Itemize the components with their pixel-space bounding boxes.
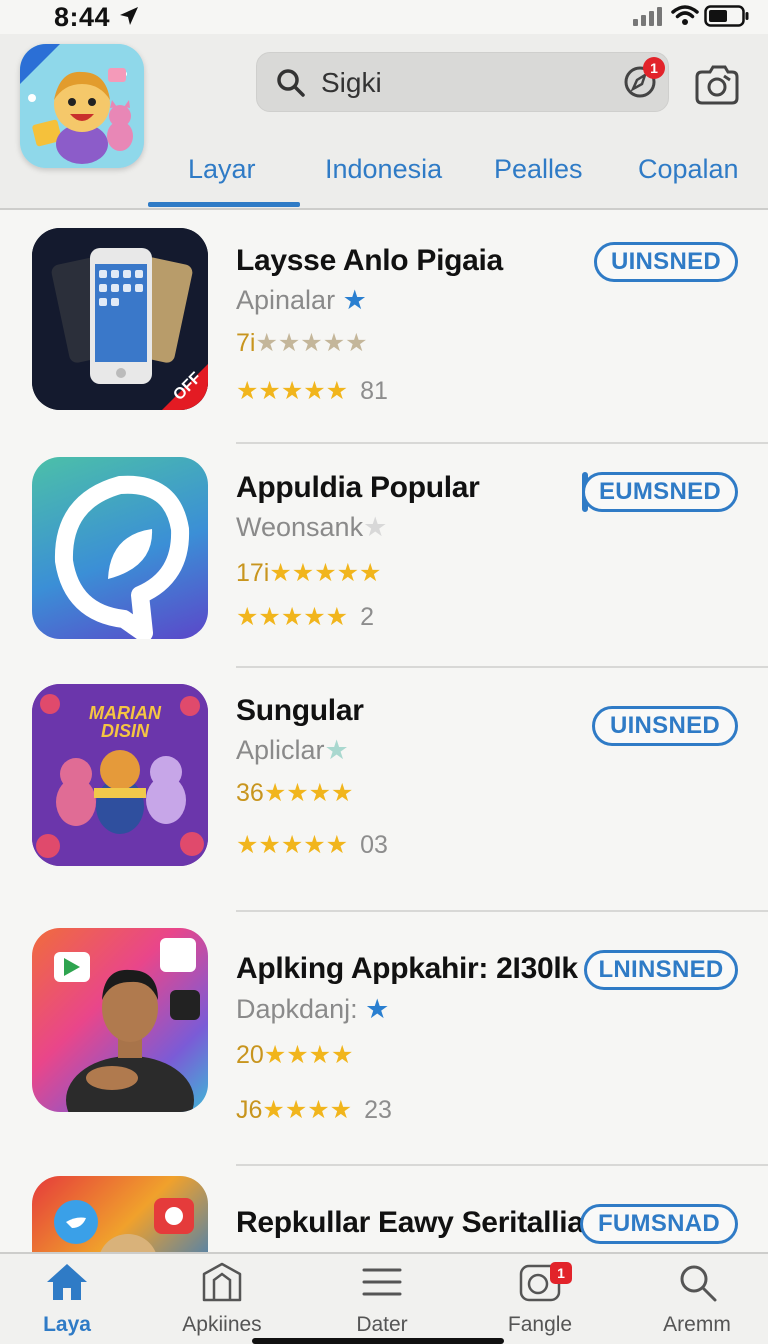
install-button[interactable]: FUMSNAD <box>580 1204 738 1244</box>
cellular-signal-icon <box>633 7 662 26</box>
app-subtitle-text: Dapkdanj: <box>236 994 358 1024</box>
person-photo-icon <box>54 938 200 1112</box>
notification-badge: 1 <box>643 57 665 79</box>
row-divider <box>236 910 768 912</box>
star-icon: ★ <box>365 994 390 1024</box>
tab-pealles[interactable]: Pealles <box>494 154 583 185</box>
install-button[interactable]: UINSNED <box>592 706 738 746</box>
home-icon <box>47 1264 87 1300</box>
rating-stars: ★★★★★ <box>236 603 349 631</box>
app-subtitle-text: Apliclar <box>236 735 325 765</box>
tabbar-label: Dater <box>356 1313 408 1336</box>
status-bar: 8:44 <box>0 0 768 34</box>
rating-line: ★★★★★ 03 <box>236 830 388 860</box>
app-subtitle: Dapkdanj: ★ <box>236 994 389 1025</box>
tabbar-label: Fangle <box>507 1313 573 1336</box>
rating-line: 17i★★★★★ <box>236 558 381 588</box>
active-tab-indicator <box>148 202 300 207</box>
rating-prefix: 20 <box>236 1041 264 1069</box>
rating-count: 2 <box>360 603 374 631</box>
star-icon: ★ <box>363 512 388 542</box>
apps-icon <box>202 1262 242 1302</box>
search-icon <box>277 69 305 97</box>
app-icon-cartoon-animals[interactable]: MARIAN DISIN <box>32 684 208 866</box>
app-icon-person[interactable] <box>32 928 208 1112</box>
star-icon: ★ <box>324 735 349 765</box>
app-subtitle-text: Apinalar <box>236 285 336 315</box>
tabbar-item-aremm[interactable]: Aremm <box>637 1254 757 1344</box>
list-icon <box>362 1268 402 1296</box>
app-subtitle: Apliclar★ <box>236 735 349 766</box>
tabbar-item-apkiines[interactable]: Apkiines <box>162 1254 282 1344</box>
app-icon-leaf[interactable] <box>32 457 208 639</box>
tabbar-label: Aremm <box>663 1313 731 1336</box>
install-button[interactable]: EUMSNED <box>582 472 738 512</box>
location-arrow-icon <box>120 7 138 25</box>
rating-count: 23 <box>364 1096 392 1124</box>
status-time: 8:44 <box>54 2 111 32</box>
wifi-icon <box>671 5 699 25</box>
search-bar[interactable]: Sigki 1 <box>256 52 669 112</box>
install-button[interactable]: UINSNED <box>594 242 738 282</box>
rating-count: 03 <box>360 831 388 859</box>
app-name[interactable]: Laysse Anlo Pigaia <box>236 244 503 278</box>
tabbar-item-laya[interactable]: Laya <box>7 1254 127 1344</box>
search-input[interactable]: Sigki <box>321 67 382 99</box>
app-name[interactable]: Appuldia Popular <box>236 471 480 505</box>
app-name[interactable]: Repkullar Eawy Seritallia: <box>236 1206 594 1240</box>
rating-line: ★★★★★ 2 <box>236 602 374 632</box>
rating-prefix: 17i <box>236 559 270 587</box>
tab-layar[interactable]: Layar <box>188 154 256 185</box>
app-subtitle-text: Weonsank <box>236 512 364 542</box>
rating-line: 7i★★★★★ <box>236 328 368 358</box>
leaf-logo-icon <box>54 475 190 639</box>
rating-stars: ★★★★ <box>263 779 354 807</box>
bottom-tab-bar: Laya Apkiines Dater 1 Fangle Aremm <box>0 1252 768 1344</box>
rating-stars: ★★★★★ <box>255 329 368 357</box>
install-button[interactable]: LNINSNED <box>584 950 738 990</box>
app-list: OFF Laysse Anlo Pigaia Apinalar ★ 7i★★★★… <box>0 210 768 1252</box>
app-name[interactable]: Aplking Appkahir: 2I30lk <box>236 952 578 986</box>
icon-title-text: MARIAN DISIN <box>89 703 161 741</box>
app-name-text: Aplking Appkahir: 2I30lk <box>236 952 578 985</box>
tabbar-item-fangle[interactable]: 1 Fangle <box>480 1254 600 1344</box>
home-indicator <box>252 1338 504 1344</box>
search-icon <box>680 1265 717 1302</box>
rating-stars: ★★★★★ <box>236 377 349 405</box>
rating-stars: ★★★★ <box>263 1041 354 1069</box>
social-collage-icon <box>54 1198 194 1252</box>
row-divider <box>236 1164 768 1166</box>
rating-prefix: J6 <box>236 1096 263 1124</box>
row-divider <box>236 442 768 444</box>
rating-prefix: 7i <box>236 329 256 357</box>
row-divider <box>236 666 768 668</box>
rating-stars: ★★★★ <box>262 1096 353 1124</box>
app-icon-phones[interactable]: OFF <box>32 228 208 410</box>
app-icon-social[interactable] <box>32 1176 208 1252</box>
rating-line: ★★★★★ 81 <box>236 376 388 406</box>
cartoon-logo-icon <box>20 44 144 168</box>
rating-count: 81 <box>360 377 388 405</box>
category-tabs: Layar Indonesia Pealles Copalan <box>148 152 768 210</box>
camera-icon[interactable] <box>694 64 740 106</box>
store-header: Sigki 1 Layar Indonesia Pealles Copalan <box>0 34 768 210</box>
rating-stars: ★★★★★ <box>236 831 349 859</box>
rating-line: 36★★★★ <box>236 778 353 808</box>
app-subtitle: Weonsank★ <box>236 512 387 543</box>
rating-line: 20★★★★ <box>236 1040 353 1070</box>
tabbar-badge: 1 <box>550 1262 572 1284</box>
tabbar-label: Laya <box>43 1313 91 1336</box>
star-icon: ★ <box>342 285 367 315</box>
rating-line: J6★★★★ 23 <box>236 1095 392 1125</box>
battery-icon <box>704 5 749 27</box>
rating-prefix: 36 <box>236 779 264 807</box>
tabbar-item-dater[interactable]: Dater <box>322 1254 442 1344</box>
rating-stars: ★★★★★ <box>269 559 382 587</box>
app-subtitle: Apinalar ★ <box>236 285 367 316</box>
tab-indonesia[interactable]: Indonesia <box>325 154 442 185</box>
store-logo[interactable] <box>20 44 144 168</box>
app-name[interactable]: Sungular <box>236 694 364 728</box>
tabbar-label: Apkiines <box>182 1313 262 1336</box>
tab-copalan[interactable]: Copalan <box>638 154 739 185</box>
